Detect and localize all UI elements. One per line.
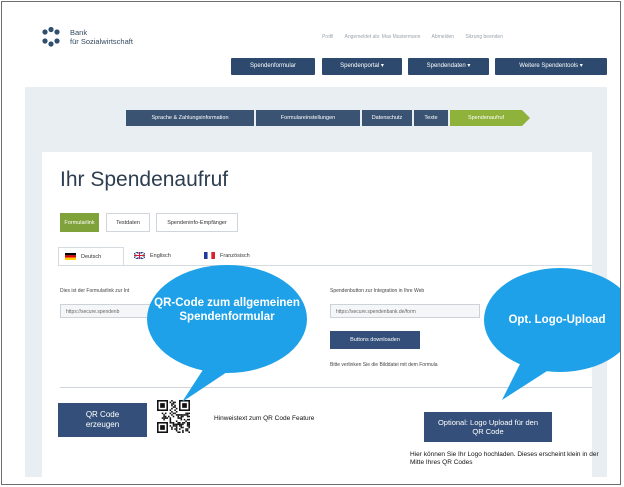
chevron-down-icon: ▾ bbox=[579, 63, 583, 69]
download-buttons-button[interactable]: Buttons downloaden bbox=[330, 331, 420, 349]
step-formulareinstellungen[interactable]: Formulareinstellungen bbox=[256, 110, 360, 126]
qr-code-icon bbox=[157, 400, 190, 433]
bank-name-line2: für Sozialwirtschaft bbox=[70, 37, 133, 46]
page-title: Ihr Spendenaufruf bbox=[60, 168, 229, 191]
screenshot-frame: Bank für Sozialwirtschaft Profil Angemel… bbox=[1, 1, 621, 485]
logout-link[interactable]: Abmelden bbox=[432, 34, 455, 40]
tab-testdaten[interactable]: Testdaten bbox=[106, 213, 150, 232]
french-flag-icon bbox=[204, 252, 215, 260]
tab-formularlink[interactable]: Formularlink bbox=[60, 213, 99, 232]
step-datenschutz[interactable]: Datenschutz bbox=[362, 110, 412, 126]
end-session-link[interactable]: Sitzung beenden bbox=[465, 34, 503, 40]
step-spendenaufruf[interactable]: Spendenaufruf bbox=[450, 110, 522, 126]
lang-deutsch-label: Deutsch bbox=[81, 254, 102, 260]
qr-callout-bubble bbox=[147, 265, 307, 402]
bank-name: Bank für Sozialwirtschaft bbox=[70, 28, 133, 46]
step-sprache[interactable]: Sprache & Zahlungsinformation bbox=[126, 110, 254, 126]
logged-in-user: Angemeldet als: Max Mustermann bbox=[344, 34, 421, 40]
step-texte[interactable]: Texte bbox=[414, 110, 448, 126]
nav-weitere-spendentools[interactable]: Weitere Spendentools ▾ bbox=[495, 58, 607, 75]
link-note: Bitte verlinken Sie die Bilddatei mit de… bbox=[330, 362, 438, 368]
tab-spendeninfo-empfaenger[interactable]: Spendeninfo-Empfänger bbox=[156, 213, 238, 232]
logo-callout-text: Opt. Logo-Upload bbox=[508, 314, 606, 326]
nav-spendenportal-label: Spendenportal bbox=[340, 63, 380, 69]
logo-upload-hint: Hier können Sie Ihr Logo hochladen. Dies… bbox=[410, 451, 599, 466]
lang-tab-franzoesisch[interactable]: Französisch bbox=[198, 247, 278, 265]
bank-name-line1: Bank bbox=[70, 28, 88, 37]
lang-tab-englisch[interactable]: Englisch bbox=[128, 247, 192, 265]
nav-spendenportal[interactable]: Spendenportal ▾ bbox=[322, 58, 402, 75]
qr-callout-text: QR-Code zum allgemeinen Spendenformular bbox=[154, 297, 300, 323]
logo-upload-label: Optional: Logo Upload für den QR Code bbox=[437, 418, 539, 436]
chevron-down-icon: ▾ bbox=[467, 63, 471, 69]
lang-englisch-label: Englisch bbox=[150, 253, 171, 259]
lang-franzoesisch-label: Französisch bbox=[220, 253, 250, 259]
nav-weitere-label: Weitere Spendentools bbox=[519, 63, 579, 69]
generate-qr-button[interactable]: QR Code erzeugen bbox=[58, 403, 147, 437]
logo-callout-bubble bbox=[484, 268, 620, 400]
generate-qr-label: QR Code erzeugen bbox=[85, 410, 120, 429]
uk-flag-icon bbox=[134, 252, 145, 260]
donate-button-label: Spendenbutton zur Integration in Ihre We… bbox=[330, 288, 425, 294]
chevron-down-icon: ▾ bbox=[380, 63, 384, 69]
lang-tab-deutsch[interactable]: Deutsch bbox=[58, 247, 124, 265]
nav-spendendaten-label: Spendendaten bbox=[426, 63, 466, 69]
nav-spendenformular[interactable]: Spendenformular bbox=[231, 58, 315, 75]
profile-link[interactable]: Profil bbox=[322, 34, 333, 40]
logo-mark-icon bbox=[42, 26, 60, 47]
german-flag-icon bbox=[65, 253, 76, 261]
logo-upload-button[interactable]: Optional: Logo Upload für den QR Code bbox=[424, 412, 552, 442]
donate-button-field[interactable]: https://secure.spendenbank.de/form bbox=[330, 304, 480, 318]
step-arrow-icon bbox=[522, 110, 530, 126]
form-link-label: Dies ist der Formularlink zur Int bbox=[60, 288, 130, 294]
nav-spendendaten[interactable]: Spendendaten ▾ bbox=[408, 58, 489, 75]
qr-hint-text: Hinweistext zum QR Code Feature bbox=[214, 415, 315, 422]
top-links: Profil Angemeldet als: Max Mustermann Ab… bbox=[322, 34, 513, 40]
